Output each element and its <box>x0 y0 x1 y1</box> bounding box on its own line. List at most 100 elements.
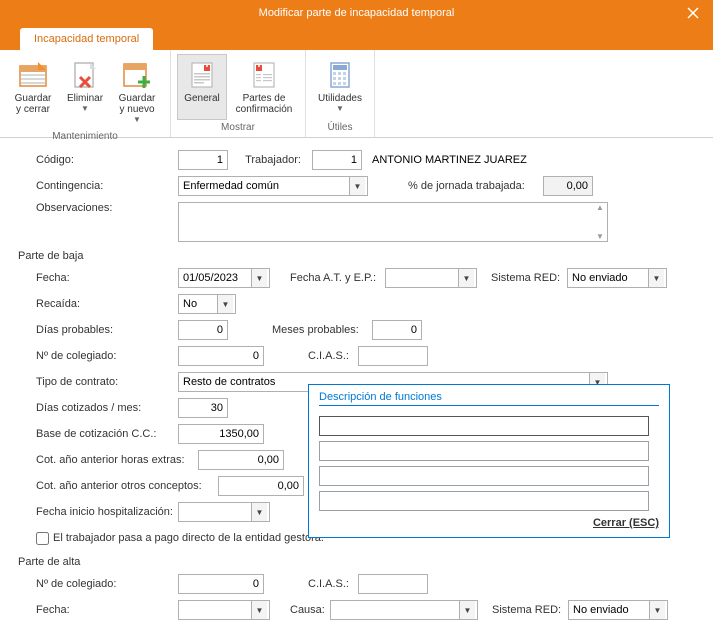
pago-directo-label: El trabajador pasa a pago directo de la … <box>53 532 324 544</box>
general-icon <box>186 59 218 91</box>
calculator-icon <box>324 59 356 91</box>
chevron-down-icon[interactable]: ▼ <box>648 269 664 287</box>
alta-fecha-value[interactable] <box>179 601 251 619</box>
tab-incapacidad-temporal[interactable]: Incapacidad temporal <box>20 28 153 50</box>
baja-sistema-red-label: Sistema RED: <box>491 272 567 284</box>
ribbon-group-mantenimiento: Guardar y cerrar Eliminar ▼ Guardar y nu… <box>0 50 171 137</box>
dias-cot-field[interactable] <box>178 398 228 418</box>
scroll-up-icon[interactable]: ▲ <box>593 203 607 212</box>
alta-sistema-red-label: Sistema RED: <box>492 604 568 616</box>
save-new-icon <box>121 59 153 91</box>
ribbon: Guardar y cerrar Eliminar ▼ Guardar y nu… <box>0 50 713 138</box>
window-titlebar: Modificar parte de incapacidad temporal <box>0 0 713 26</box>
meses-prob-field[interactable] <box>372 320 422 340</box>
general-button[interactable]: General <box>177 54 227 120</box>
chevron-down-icon[interactable]: ▼ <box>649 601 665 619</box>
popup-close-button[interactable]: Cerrar (ESC) <box>319 517 659 529</box>
descripcion-line-2[interactable] <box>319 441 649 461</box>
pct-jornada-field <box>543 176 593 196</box>
ribbon-group-label: Mostrar <box>177 120 299 135</box>
utilidades-button[interactable]: Utilidades ▼ <box>312 54 368 118</box>
baja-cias-field[interactable] <box>358 346 428 366</box>
ribbon-tabstrip: Incapacidad temporal <box>0 26 713 50</box>
pago-directo-checkbox[interactable] <box>36 532 49 545</box>
chevron-down-icon: ▼ <box>336 104 344 113</box>
pct-jornada-label: % de jornada trabajada: <box>408 180 543 192</box>
delete-button[interactable]: Eliminar ▼ <box>62 54 108 129</box>
descripcion-line-3[interactable] <box>319 466 649 486</box>
form-content: Código: Trabajador: Contingencia: ▼ % de… <box>0 138 713 638</box>
alta-causa-combo[interactable]: ▼ <box>330 600 478 620</box>
save-close-button[interactable]: Guardar y cerrar <box>6 54 60 129</box>
contingencia-combo[interactable]: ▼ <box>178 176 368 196</box>
descripcion-line-1[interactable] <box>319 416 649 436</box>
observaciones-field[interactable] <box>179 203 593 241</box>
chevron-down-icon[interactable]: ▼ <box>217 295 233 313</box>
popup-title: Descripción de funciones <box>319 391 659 406</box>
ribbon-group-utiles: Utilidades ▼ Útiles <box>306 50 375 137</box>
trabajador-code-field[interactable] <box>312 150 362 170</box>
baja-fecha-field[interactable]: ▼ <box>178 268 270 288</box>
cot-horas-label: Cot. año anterior horas extras: <box>18 454 198 466</box>
save-new-button[interactable]: Guardar y nuevo ▼ <box>110 54 164 129</box>
alta-fecha-field[interactable]: ▼ <box>178 600 270 620</box>
baja-colegiado-field[interactable] <box>178 346 264 366</box>
meses-prob-label: Meses probables: <box>272 324 372 336</box>
descripcion-line-4[interactable] <box>319 491 649 511</box>
chevron-down-icon[interactable]: ▼ <box>349 177 365 195</box>
delete-label: Eliminar <box>67 93 103 104</box>
partes-confirmacion-button[interactable]: Partes de confirmación <box>229 54 299 120</box>
alta-causa-label: Causa: <box>290 604 330 616</box>
dias-prob-label: Días probables: <box>18 324 178 336</box>
window-close-button[interactable] <box>673 0 713 26</box>
chevron-down-icon[interactable]: ▼ <box>251 503 267 521</box>
alta-causa-value[interactable] <box>331 601 459 619</box>
codigo-field[interactable] <box>178 150 228 170</box>
descripcion-funciones-popup: Descripción de funciones Cerrar (ESC) <box>308 384 670 538</box>
tipo-contrato-label: Tipo de contrato: <box>18 376 178 388</box>
baja-cias-label: C.I.A.S.: <box>308 350 358 362</box>
alta-sistema-red-combo[interactable]: ▼ <box>568 600 668 620</box>
baja-fecha-at-label: Fecha A.T. y E.P.: <box>290 272 385 284</box>
scroll-down-icon[interactable]: ▼ <box>593 232 607 241</box>
save-close-label: Guardar y cerrar <box>15 93 52 115</box>
save-close-icon <box>17 59 49 91</box>
fecha-hosp-label: Fecha inicio hospitalización: <box>18 506 178 518</box>
baja-colegiado-label: Nº de colegiado: <box>18 350 178 362</box>
trabajador-name <box>368 150 618 170</box>
alta-colegiado-field[interactable] <box>178 574 264 594</box>
cot-otros-label: Cot. año anterior otros conceptos: <box>18 480 218 492</box>
cot-otros-field[interactable] <box>218 476 304 496</box>
ribbon-group-label: Útiles <box>312 120 368 135</box>
dias-prob-field[interactable] <box>178 320 228 340</box>
chevron-down-icon[interactable]: ▼ <box>251 269 267 287</box>
close-icon <box>687 7 699 19</box>
section-parte-alta: Parte de alta <box>18 556 695 568</box>
baja-sistema-red-combo[interactable]: ▼ <box>567 268 667 288</box>
fecha-hosp-field[interactable]: ▼ <box>178 502 270 522</box>
contingencia-value[interactable] <box>179 177 349 195</box>
alta-fecha-label: Fecha: <box>18 604 178 616</box>
alta-sistema-red-value[interactable] <box>569 601 649 619</box>
partes-confirmacion-label: Partes de confirmación <box>236 93 293 115</box>
chevron-down-icon[interactable]: ▼ <box>459 601 475 619</box>
delete-icon <box>69 59 101 91</box>
alta-cias-field[interactable] <box>358 574 428 594</box>
baja-fecha-at-field[interactable]: ▼ <box>385 268 477 288</box>
chevron-down-icon: ▼ <box>133 115 141 124</box>
base-cc-field[interactable] <box>178 424 264 444</box>
window-title: Modificar parte de incapacidad temporal <box>259 7 455 19</box>
ribbon-group-mostrar: General Partes de confirmación Mostrar <box>171 50 306 137</box>
fecha-hosp-value[interactable] <box>179 503 251 521</box>
baja-sistema-red-value[interactable] <box>568 269 648 287</box>
trabajador-label: Trabajador: <box>238 154 308 166</box>
recaida-value[interactable] <box>179 295 217 313</box>
baja-fecha-at-value[interactable] <box>386 269 458 287</box>
cot-horas-field[interactable] <box>198 450 284 470</box>
chevron-down-icon[interactable]: ▼ <box>251 601 267 619</box>
baja-fecha-value[interactable] <box>179 269 251 287</box>
recaida-combo[interactable]: ▼ <box>178 294 236 314</box>
chevron-down-icon[interactable]: ▼ <box>458 269 474 287</box>
alta-colegiado-label: Nº de colegiado: <box>18 578 178 590</box>
baja-fecha-label: Fecha: <box>18 272 178 284</box>
